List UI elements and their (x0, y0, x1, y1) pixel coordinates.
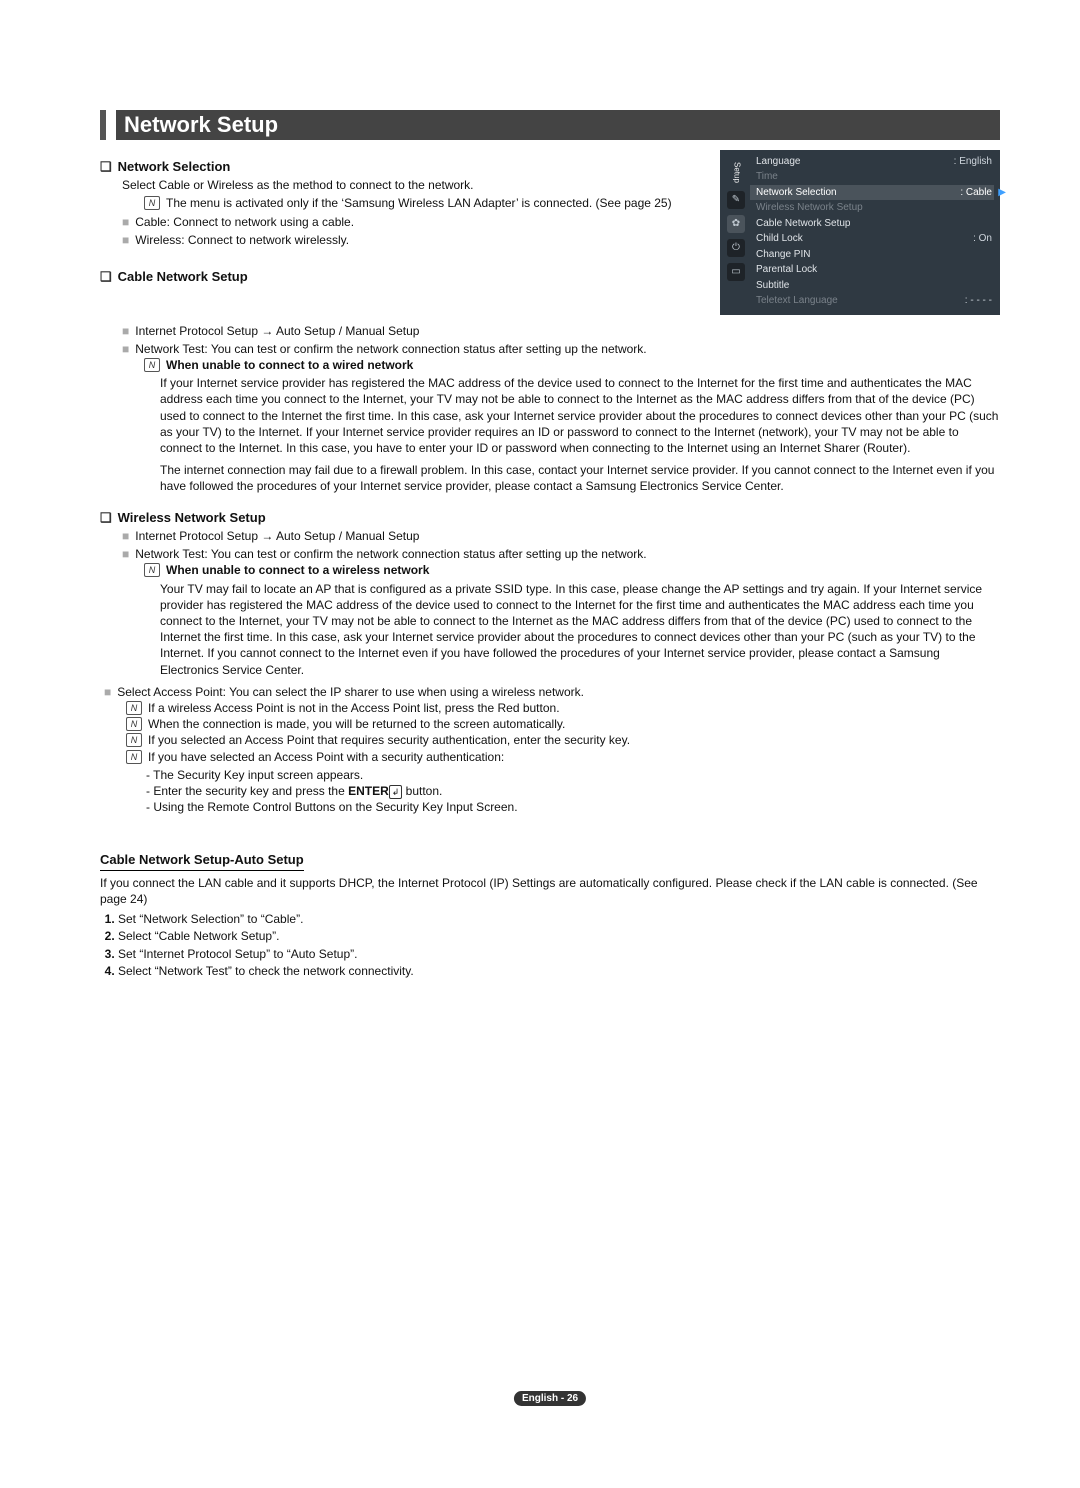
osd-row: Language: English (750, 154, 994, 170)
note-icon: N (126, 750, 142, 764)
osd-arrow-icon: ▶ (998, 186, 1006, 200)
tv-osd-menu: Setup ✎ ✿ ⏻ ▭ Language: EnglishTimeNetwo… (720, 150, 1000, 315)
osd-row: Subtitle (750, 278, 994, 294)
section-head-cable-setup: Cable Network Setup (100, 268, 700, 286)
osd-row: Change PIN (750, 247, 994, 263)
note-icon: N (126, 701, 142, 715)
section-head-network-selection: Network Selection (100, 158, 700, 176)
wireless-troubleshoot-p1: Your TV may fail to locate an AP that is… (160, 581, 1000, 678)
sec-key-step-1: The Security Key input screen appears. (146, 767, 1000, 783)
option-wireless: Wireless: Connect to network wirelessly. (122, 232, 700, 248)
step-4: Select “Network Test” to check the netwo… (118, 963, 1000, 979)
note-head-wired: When unable to connect to a wired networ… (166, 357, 413, 373)
step-1: Set “Network Selection” to “Cable”. (118, 911, 1000, 927)
note-icon: N (126, 717, 142, 731)
page-title-bar: Network Setup (100, 110, 1000, 140)
sec-key-step-2: Enter the security key and press the ENT… (146, 783, 1000, 799)
wired-troubleshoot-p1: If your Internet service provider has re… (160, 375, 1000, 456)
osd-side-label: Setup (731, 162, 742, 183)
osd-row: Teletext Language: - - - - (750, 293, 994, 309)
wireless-ip-setup: Internet Protocol Setup → Auto Setup / M… (122, 528, 1000, 544)
note-icon: N (144, 563, 160, 577)
note-icon: N (126, 733, 142, 747)
osd-row: Network Selection: Cable▶ (750, 185, 994, 201)
note-wireless-adapter: The menu is activated only if the ‘Samsu… (166, 195, 672, 211)
cable-network-test: Network Test: You can test or confirm th… (122, 341, 1000, 357)
osd-row: Wireless Network Setup (750, 200, 994, 216)
osd-row: Child Lock: On (750, 231, 994, 247)
page-number-pill: English - 26 (514, 1391, 586, 1407)
osd-row: Parental Lock (750, 262, 994, 278)
select-access-point: Select Access Point: You can select the … (104, 684, 1000, 700)
note-icon: N (144, 358, 160, 372)
step-2: Select “Cable Network Setup”. (118, 928, 1000, 944)
enter-button-icon: ↲ (389, 785, 403, 799)
osd-tab-app-icon: ▭ (727, 263, 745, 281)
auto-setup-steps: Set “Network Selection” to “Cable”. Sele… (118, 911, 1000, 979)
wireless-note-1: If a wireless Access Point is not in the… (148, 700, 560, 716)
osd-row: Time (750, 169, 994, 185)
wireless-note-2: When the connection is made, you will be… (148, 716, 565, 732)
note-head-wireless: When unable to connect to a wireless net… (166, 562, 429, 578)
osd-tab-brush-icon: ✎ (727, 191, 745, 209)
wireless-network-test: Network Test: You can test or confirm th… (122, 546, 1000, 562)
sec-key-step-3: Using the Remote Control Buttons on the … (146, 799, 1000, 815)
wired-troubleshoot-p2: The internet connection may fail due to … (160, 462, 1000, 494)
option-cable: Cable: Connect to network using a cable. (122, 214, 700, 230)
osd-tab-input-icon: ⏻ (727, 239, 745, 257)
note-icon: N (144, 196, 160, 210)
osd-row: Cable Network Setup (750, 216, 994, 232)
section-head-wireless-setup: Wireless Network Setup (100, 509, 1000, 527)
wireless-note-3: If you selected an Access Point that req… (148, 732, 630, 748)
osd-tab-gear-icon: ✿ (727, 215, 745, 233)
section-head-auto-setup: Cable Network Setup-Auto Setup (100, 851, 304, 871)
wireless-note-4: If you have selected an Access Point wit… (148, 749, 504, 765)
auto-setup-intro: If you connect the LAN cable and it supp… (100, 875, 1000, 907)
network-selection-intro: Select Cable or Wireless as the method t… (122, 177, 700, 193)
step-3: Set “Internet Protocol Setup” to “Auto S… (118, 946, 1000, 962)
page-title: Network Setup (116, 110, 1000, 140)
cable-ip-setup: Internet Protocol Setup → Auto Setup / M… (122, 323, 1000, 339)
